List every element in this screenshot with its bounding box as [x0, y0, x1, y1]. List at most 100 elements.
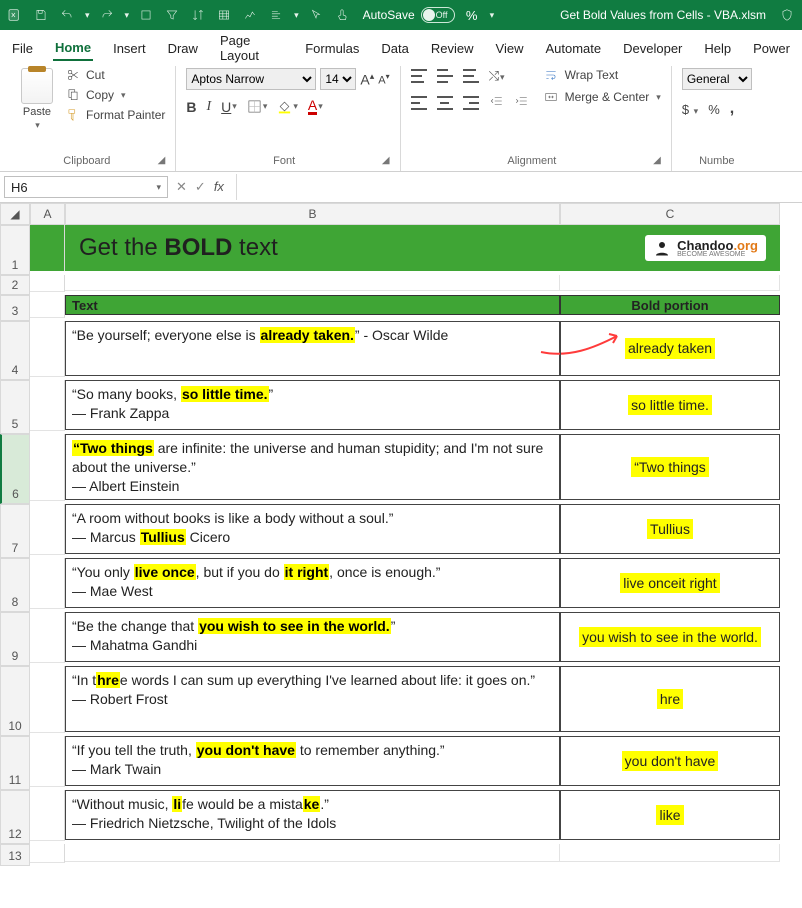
- table-cell-bold[interactable]: you don't have: [560, 736, 780, 786]
- chevron-down-icon[interactable]: ▾: [156, 182, 161, 193]
- row-header[interactable]: 7: [0, 504, 30, 558]
- increase-indent-icon[interactable]: [514, 94, 529, 111]
- table-cell-text[interactable]: “Be yourself; everyone else is already t…: [65, 321, 560, 376]
- percent-button[interactable]: %: [708, 102, 720, 117]
- table-cell-text[interactable]: “In three words I can sum up everything …: [65, 666, 560, 732]
- tab-formulas[interactable]: Formulas: [303, 37, 361, 60]
- spreadsheet-grid[interactable]: ◢ABC1Get the BOLD text Chandoo.orgBECOME…: [0, 203, 802, 866]
- underline-button[interactable]: U▾: [221, 99, 237, 115]
- decrease-indent-icon[interactable]: [489, 94, 504, 111]
- redo-icon[interactable]: [98, 6, 116, 24]
- table-cell-text[interactable]: “You only live once, but if you do it ri…: [65, 558, 560, 608]
- column-header[interactable]: C: [560, 203, 780, 225]
- dialog-launcher-icon[interactable]: ◢: [653, 155, 661, 166]
- merge-center-button[interactable]: Merge & Center ▾: [543, 90, 661, 104]
- table-icon[interactable]: [215, 6, 233, 24]
- align-left-icon[interactable]: [411, 96, 427, 110]
- align-top-icon[interactable]: [411, 69, 427, 83]
- font-color-button[interactable]: A▾: [308, 98, 323, 115]
- cursor-icon[interactable]: [307, 6, 325, 24]
- formula-input[interactable]: [236, 174, 798, 200]
- font-size-select[interactable]: 14: [320, 68, 356, 90]
- dialog-launcher-icon[interactable]: ◢: [158, 155, 166, 166]
- number-format-select[interactable]: General: [682, 68, 752, 90]
- font-name-select[interactable]: Aptos Narrow: [186, 68, 316, 90]
- tab-help[interactable]: Help: [702, 37, 733, 60]
- fill-color-button[interactable]: ▾: [277, 99, 298, 114]
- row-header[interactable]: 1: [0, 225, 30, 275]
- chevron-down-icon[interactable]: ▾: [35, 120, 40, 131]
- align-bottom-icon[interactable]: [463, 69, 479, 83]
- table-cell-bold[interactable]: hre: [560, 666, 780, 732]
- row-header[interactable]: 12: [0, 790, 30, 844]
- chevron-down-icon[interactable]: ▾: [656, 92, 661, 103]
- formula-cancel-icon[interactable]: ✕: [176, 179, 187, 195]
- table-cell-bold[interactable]: “Two things: [560, 434, 780, 500]
- percent-icon[interactable]: %: [463, 6, 481, 24]
- decrease-font-icon[interactable]: A▾: [378, 72, 389, 87]
- shape-icon[interactable]: [137, 6, 155, 24]
- tab-view[interactable]: View: [494, 37, 526, 60]
- row-header[interactable]: 9: [0, 612, 30, 666]
- row-header[interactable]: 6: [0, 434, 30, 504]
- touch-icon[interactable]: [333, 6, 351, 24]
- column-header[interactable]: B: [65, 203, 560, 225]
- name-box[interactable]: H6 ▾: [4, 176, 168, 198]
- chevron-down-icon[interactable]: ▾: [121, 90, 126, 101]
- wrap-text-button[interactable]: Wrap Text: [543, 68, 661, 82]
- dialog-launcher-icon[interactable]: ◢: [382, 155, 390, 166]
- table-cell-bold[interactable]: so little time.: [560, 380, 780, 430]
- increase-font-icon[interactable]: A▴: [360, 71, 374, 88]
- row-header[interactable]: 2: [0, 275, 30, 295]
- table-cell-text[interactable]: “So many books, so little time.”― Frank …: [65, 380, 560, 430]
- tab-page-layout[interactable]: Page Layout: [218, 29, 285, 67]
- chevron-down-icon[interactable]: ▾: [294, 10, 299, 21]
- sort-icon[interactable]: [189, 6, 207, 24]
- save-icon[interactable]: [32, 6, 50, 24]
- chevron-down-icon[interactable]: ▾: [85, 10, 90, 21]
- table-cell-bold[interactable]: you wish to see in the world.: [560, 612, 780, 662]
- table-cell-bold[interactable]: already taken: [560, 321, 780, 376]
- comma-button[interactable]: ,: [730, 100, 734, 118]
- row-header[interactable]: 10: [0, 666, 30, 736]
- autosave-switch[interactable]: Off: [421, 7, 455, 23]
- table-cell-text[interactable]: “Without music, life would be a mistake.…: [65, 790, 560, 840]
- format-painter-button[interactable]: Format Painter: [66, 108, 165, 122]
- formula-enter-icon[interactable]: ✓: [195, 179, 206, 195]
- tab-draw[interactable]: Draw: [166, 37, 200, 60]
- qat-more-icon[interactable]: ▾: [490, 10, 495, 21]
- row-header[interactable]: 8: [0, 558, 30, 612]
- italic-button[interactable]: I: [206, 99, 211, 115]
- align-icon[interactable]: [267, 6, 285, 24]
- align-middle-icon[interactable]: [437, 69, 453, 83]
- row-header[interactable]: 3: [0, 295, 30, 321]
- table-cell-bold[interactable]: live onceit right: [560, 558, 780, 608]
- table-cell-text[interactable]: “A room without books is like a body wit…: [65, 504, 560, 554]
- row-header[interactable]: 13: [0, 844, 30, 866]
- tab-data[interactable]: Data: [379, 37, 410, 60]
- tab-developer[interactable]: Developer: [621, 37, 684, 60]
- paste-button[interactable]: Paste ▾: [16, 68, 58, 131]
- row-header[interactable]: 11: [0, 736, 30, 790]
- align-right-icon[interactable]: [463, 96, 479, 110]
- table-cell-bold[interactable]: Tullius: [560, 504, 780, 554]
- autosave-toggle[interactable]: AutoSave Off: [363, 7, 455, 23]
- currency-button[interactable]: $ ▾: [682, 102, 698, 117]
- borders-button[interactable]: ▾: [247, 99, 268, 114]
- align-center-icon[interactable]: [437, 96, 453, 110]
- column-header[interactable]: A: [30, 203, 65, 225]
- bold-button[interactable]: B: [186, 99, 196, 115]
- table-cell-text[interactable]: “If you tell the truth, you don't have t…: [65, 736, 560, 786]
- table-cell-text[interactable]: “Two things are infinite: the universe a…: [65, 434, 560, 500]
- undo-icon[interactable]: [58, 6, 76, 24]
- table-cell-text[interactable]: “Be the change that you wish to see in t…: [65, 612, 560, 662]
- cut-button[interactable]: Cut: [66, 68, 165, 82]
- tab-insert[interactable]: Insert: [111, 37, 148, 60]
- filter-icon[interactable]: [163, 6, 181, 24]
- tab-power[interactable]: Power: [751, 37, 792, 60]
- row-header[interactable]: 5: [0, 380, 30, 434]
- orientation-icon[interactable]: ⤭▾: [489, 68, 505, 84]
- tab-file[interactable]: File: [10, 37, 35, 60]
- chevron-down-icon[interactable]: ▾: [125, 10, 130, 21]
- shield-icon[interactable]: [778, 6, 796, 24]
